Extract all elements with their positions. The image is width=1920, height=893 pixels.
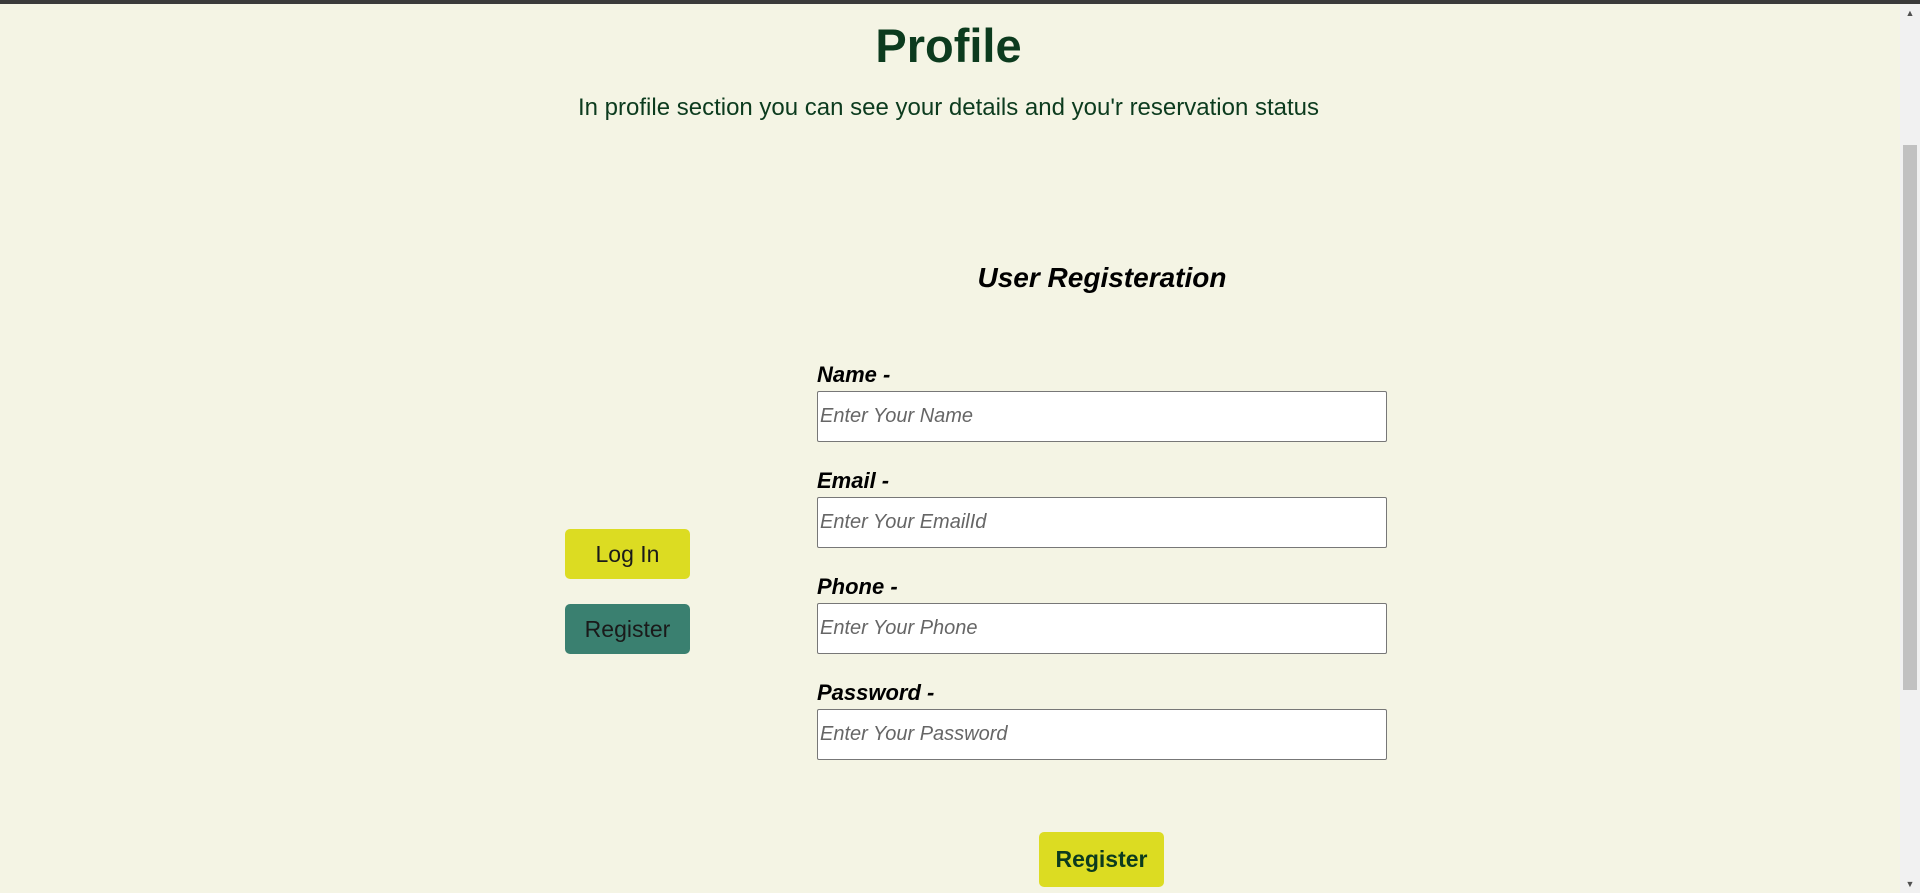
login-button[interactable]: Log In [565,529,690,579]
email-field-group: Email - [817,466,1387,548]
page-subtitle: In profile section you can see your deta… [578,94,1319,121]
register-tab-button[interactable]: Register [565,604,690,654]
top-border [0,0,1920,4]
phone-input[interactable] [817,603,1387,654]
password-field-group: Password - [817,678,1387,760]
password-input[interactable] [817,709,1387,760]
email-label: Email - [817,468,890,493]
password-label: Password - [817,680,935,705]
form-title: User Registeration [977,262,1227,293]
scrollbar-thumb[interactable] [1903,145,1917,690]
page: Profile In profile section you can see y… [0,0,1920,893]
triangle-up-icon[interactable]: ▲ [1900,6,1920,20]
phone-field-group: Phone - [817,572,1387,654]
triangle-down-icon[interactable]: ▼ [1900,877,1920,891]
email-input[interactable] [817,497,1387,548]
name-field-group: Name - [817,360,1387,442]
name-label: Name - [817,362,891,387]
page-title: Profile [875,19,1022,72]
register-submit-button[interactable]: Register [1039,832,1164,887]
name-input[interactable] [817,391,1387,442]
phone-label: Phone - [817,574,898,599]
side-nav: Log In Register [565,529,690,654]
vertical-scrollbar[interactable]: ▲ ▼ [1900,4,1920,893]
